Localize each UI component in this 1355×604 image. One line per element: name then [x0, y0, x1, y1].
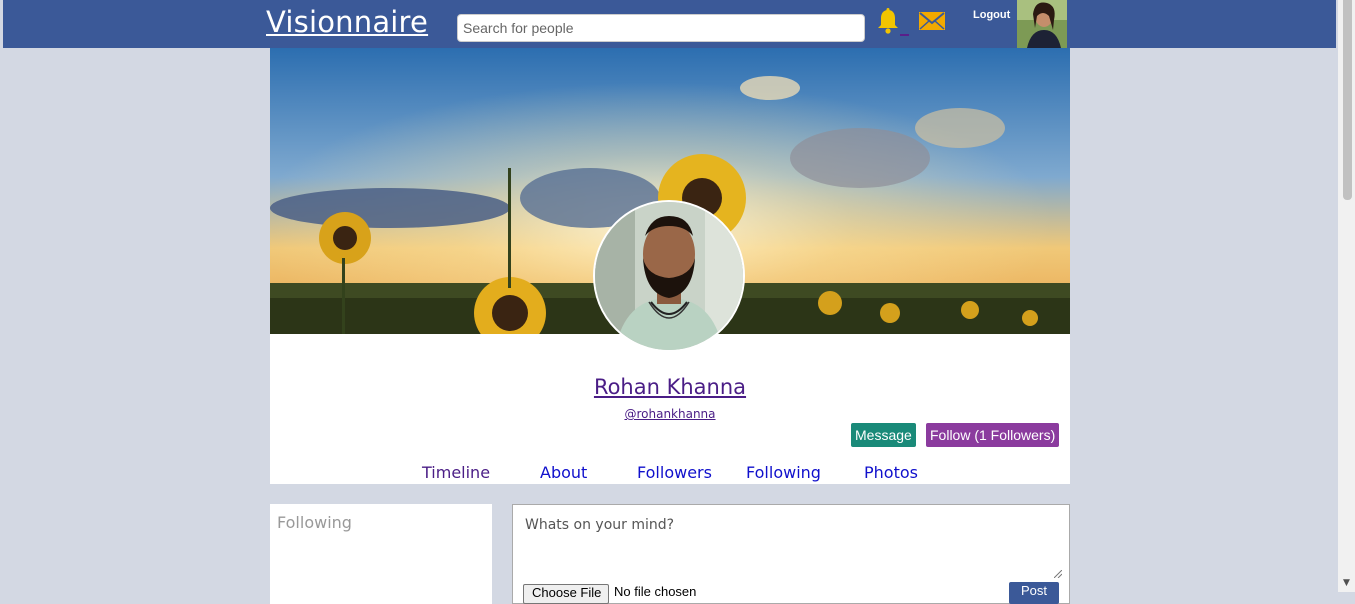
- resize-handle-icon[interactable]: [1054, 570, 1062, 578]
- logout-link[interactable]: Logout: [973, 9, 1010, 21]
- message-button[interactable]: Message: [851, 423, 916, 447]
- profile-handle-link[interactable]: @rohankhanna: [270, 407, 1070, 421]
- follow-button[interactable]: Follow (1 Followers): [926, 423, 1060, 447]
- following-panel-title: Following: [277, 513, 352, 532]
- tab-about[interactable]: About: [540, 463, 587, 482]
- choose-file-button[interactable]: Choose File: [523, 584, 609, 604]
- mail-icon[interactable]: [919, 12, 945, 30]
- tab-followers[interactable]: Followers: [637, 463, 712, 482]
- scroll-down-arrow-icon[interactable]: ▼: [1343, 578, 1350, 588]
- app-logo-link[interactable]: Visionnaire: [266, 5, 428, 39]
- notification-indicator: [900, 34, 909, 36]
- tab-timeline[interactable]: Timeline: [422, 463, 490, 482]
- post-button[interactable]: Post: [1009, 582, 1059, 604]
- search-input[interactable]: [457, 14, 865, 42]
- post-textarea-placeholder[interactable]: Whats on your mind?: [525, 517, 674, 533]
- profile-avatar: [593, 200, 745, 352]
- profile-name-link[interactable]: Rohan Khanna: [270, 375, 1070, 399]
- scrollbar-thumb[interactable]: [1343, 0, 1352, 200]
- current-user-avatar[interactable]: [1017, 0, 1067, 48]
- tab-photos[interactable]: Photos: [864, 463, 918, 482]
- tab-following[interactable]: Following: [746, 463, 821, 482]
- bell-icon[interactable]: [877, 8, 899, 34]
